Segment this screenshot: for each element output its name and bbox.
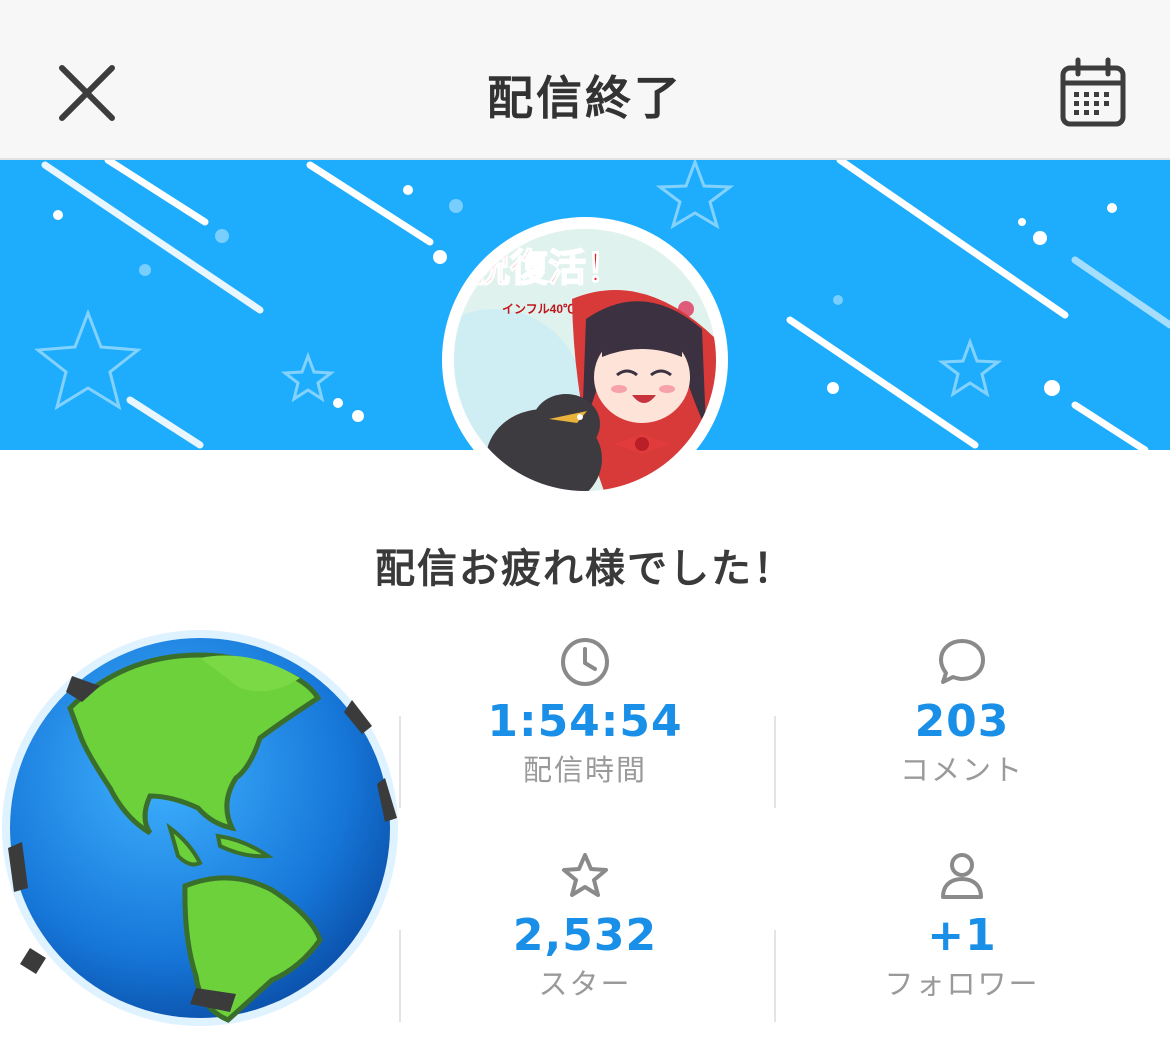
stat-value: 2,532	[512, 910, 658, 961]
stat-stars: 2,532 スター	[405, 850, 765, 1002]
stat-value: +1	[927, 910, 997, 961]
stat-label: フォロワー	[884, 967, 1040, 1001]
comment-icon	[939, 639, 985, 684]
stats-divider	[399, 716, 401, 808]
calendar-button[interactable]	[1058, 56, 1128, 130]
stat-label: コメント	[899, 753, 1024, 787]
stat-comments: 203 コメント	[782, 636, 1142, 788]
stats-divider	[399, 930, 401, 1022]
stats-divider	[774, 716, 776, 808]
stat-label: スター	[538, 967, 632, 1001]
greeting-text: 配信お疲れ様でした！	[375, 546, 795, 592]
globe-icon	[2, 630, 398, 1026]
top-bar: 配信終了	[0, 0, 1170, 160]
stats-divider	[774, 930, 776, 1022]
person-icon	[941, 853, 983, 899]
avatar-illustration: 祝復活！ インフル40℃から生還した女	[454, 229, 716, 491]
stat-value: 203	[914, 696, 1010, 747]
page-title: 配信終了	[487, 71, 683, 125]
stat-followers: +1 フォロワー	[782, 850, 1142, 1002]
star-icon	[562, 853, 608, 897]
stat-value: 1:54:54	[487, 696, 683, 747]
avatar[interactable]: 祝復活！ インフル40℃から生還した女	[454, 229, 716, 491]
clock-icon	[561, 638, 609, 686]
stat-duration: 1:54:54 配信時間	[405, 636, 765, 788]
stat-label: 配信時間	[522, 753, 647, 787]
calendar-icon	[1060, 57, 1126, 127]
